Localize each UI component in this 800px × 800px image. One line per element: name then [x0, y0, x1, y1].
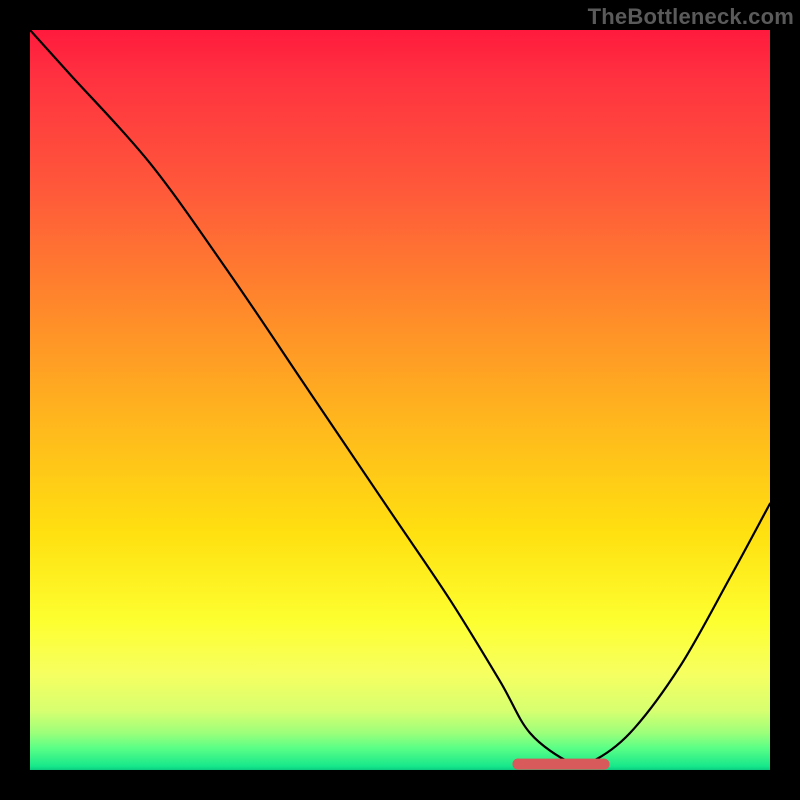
plot-area	[30, 30, 770, 770]
chart-frame: TheBottleneck.com	[0, 0, 800, 800]
watermark-text: TheBottleneck.com	[588, 4, 794, 30]
optimal-range-end-dot	[599, 759, 610, 770]
optimal-range-start-dot	[513, 759, 524, 770]
bottleneck-curve	[30, 30, 770, 766]
curve-layer	[30, 30, 770, 770]
